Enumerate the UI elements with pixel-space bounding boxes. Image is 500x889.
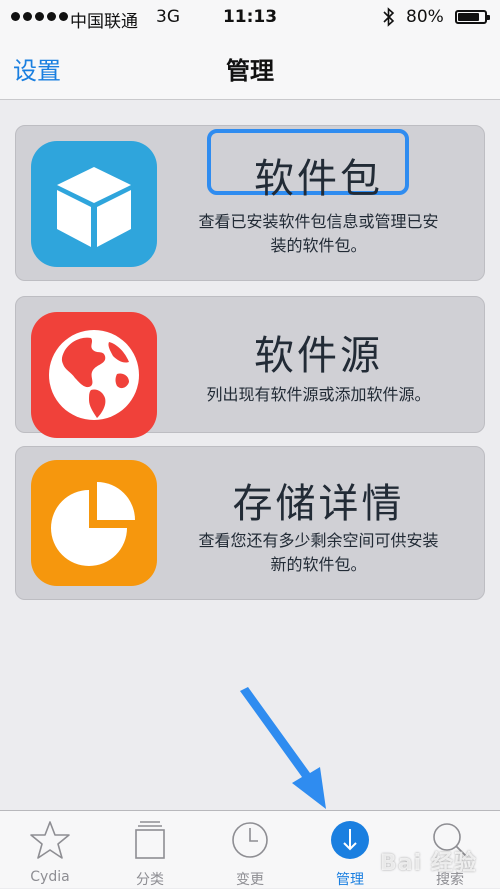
storage-card[interactable]: 存储详情 查看您还有多少剩余空间可供安装 新的软件包。 xyxy=(15,446,485,600)
sources-description: 列出现有软件源或添加软件源。 xyxy=(166,383,471,407)
battery-level-fill xyxy=(458,13,479,21)
download-icon xyxy=(331,821,369,859)
watermark: Bai 经验 xyxy=(380,851,477,876)
status-bar: 中国联通 3G 11:13 80% xyxy=(0,0,500,36)
sources-description-line-1: 列出现有软件源或添加软件源。 xyxy=(206,385,431,404)
packages-card[interactable]: 软件包 查看已安装软件包信息或管理已安 装的软件包。 xyxy=(15,125,485,281)
pie-chart-icon xyxy=(31,460,157,586)
storage-description: 查看您还有多少剩余空间可供安装 新的软件包。 xyxy=(166,529,471,577)
tab-changes-label: 变更 xyxy=(236,872,264,888)
packages-description-line-1: 查看已安装软件包信息或管理已安 xyxy=(198,212,439,231)
annotation-arrow-icon xyxy=(240,687,326,809)
packages-description: 查看已安装软件包信息或管理已安 装的软件包。 xyxy=(166,210,471,258)
package-box-icon xyxy=(31,141,157,267)
tab-cydia[interactable]: Cydia xyxy=(0,811,100,889)
storage-title: 存储详情 xyxy=(232,481,405,527)
sections-icon xyxy=(135,821,165,859)
tab-cydia-label: Cydia xyxy=(30,869,70,885)
sources-title: 软件源 xyxy=(254,333,383,379)
bluetooth-icon xyxy=(383,7,395,27)
packages-description-line-2: 装的软件包。 xyxy=(270,236,367,255)
storage-description-line-1: 查看您还有多少剩余空间可供安装 xyxy=(198,531,439,550)
navigation-bar: 设置 管理 xyxy=(0,36,500,100)
star-icon xyxy=(30,821,70,859)
tab-sections-label: 分类 xyxy=(136,872,164,888)
battery-percent: 80% xyxy=(406,7,444,27)
battery-icon xyxy=(455,10,490,24)
tab-sections[interactable]: 分类 xyxy=(100,811,200,889)
clock-icon xyxy=(232,822,268,858)
tab-changes[interactable]: 变更 xyxy=(200,811,300,889)
packages-title: 软件包 xyxy=(254,156,383,202)
globe-icon xyxy=(31,312,157,438)
sources-card[interactable]: 软件源 列出现有软件源或添加软件源。 xyxy=(15,296,485,438)
storage-description-line-2: 新的软件包。 xyxy=(270,555,367,574)
page-title: 管理 xyxy=(226,57,274,85)
